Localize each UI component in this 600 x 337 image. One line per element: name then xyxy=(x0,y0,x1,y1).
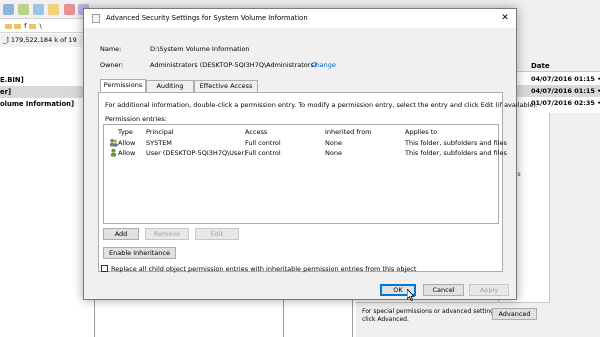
path-root: \ xyxy=(39,22,42,30)
close-icon[interactable]: ✕ xyxy=(498,12,512,25)
users-icon xyxy=(109,138,118,147)
permissions-panel: For additional information, double-click… xyxy=(98,92,538,272)
folder-icon xyxy=(5,23,12,29)
toolbar-refresh-icon[interactable] xyxy=(33,4,44,15)
row-access: Full control xyxy=(245,139,281,147)
mouse-pointer-icon xyxy=(407,289,415,301)
list-item[interactable]: olume Information] xyxy=(0,98,94,110)
permissions-description: For additional information, double-click… xyxy=(105,101,539,109)
toolbar-edit-icon[interactable] xyxy=(48,4,59,15)
column-header-access[interactable]: Access xyxy=(245,128,267,136)
edit-button[interactable]: Edit xyxy=(195,228,239,240)
dialog-title: Advanced Security Settings for System Vo… xyxy=(106,14,308,22)
tab-effective-access[interactable]: Effective Access xyxy=(194,80,258,92)
background-panel xyxy=(283,300,353,337)
advanced-security-dialog: Advanced Security Settings for System Vo… xyxy=(83,8,538,300)
background-panel xyxy=(550,113,600,337)
row-inherited: None xyxy=(325,149,342,157)
cancel-button[interactable]: Cancel xyxy=(423,284,464,296)
folder-icon xyxy=(29,23,37,29)
row-access: Full control xyxy=(245,149,281,157)
date-column-header[interactable]: Date xyxy=(513,60,600,72)
document-icon xyxy=(92,14,100,23)
background-panel xyxy=(517,0,600,60)
remove-button[interactable]: Remove xyxy=(145,228,189,240)
permission-entries-label: Permission entries: xyxy=(105,115,167,123)
toolbar-copy-icon[interactable] xyxy=(18,4,29,15)
tab-auditing[interactable]: Auditing xyxy=(146,80,194,92)
list-item[interactable]: 04/07/2016 01:15 • xyxy=(513,73,600,85)
column-header-inherited-from[interactable]: Inherited from xyxy=(325,128,372,136)
owner-change-link[interactable]: Change xyxy=(311,61,336,69)
row-applies: This folder, subfolders and files xyxy=(405,139,507,147)
row-type: Allow xyxy=(118,149,136,157)
row-inherited: None xyxy=(325,139,342,147)
list-item[interactable]: 04/07/2016 01:15 • xyxy=(513,85,600,97)
drive-icon xyxy=(14,23,21,29)
user-icon xyxy=(110,148,117,157)
replace-child-permissions-checkbox[interactable] xyxy=(101,265,108,272)
name-value: D:\System Volume Information xyxy=(150,45,250,53)
file-list-left: E.BIN] er] olume Information] xyxy=(0,48,95,337)
add-button[interactable]: Add xyxy=(103,228,139,240)
list-item[interactable]: E.BIN] xyxy=(0,74,94,86)
replace-child-permissions-label: Replace all child object permission entr… xyxy=(111,265,417,273)
owner-label: Owner: xyxy=(100,61,124,69)
toolbar-grid-icon[interactable] xyxy=(3,4,14,15)
list-item[interactable]: er] xyxy=(0,86,94,98)
tab-permissions[interactable]: Permissions xyxy=(100,79,146,92)
row-applies: This folder, subfolders and files xyxy=(405,149,507,157)
advanced-button[interactable]: Advanced xyxy=(492,308,537,320)
table-row[interactable]: Allow SYSTEM Full control None This fold… xyxy=(104,138,507,148)
toolbar-star-icon[interactable] xyxy=(64,4,75,15)
drive-path-bar[interactable]: f \ xyxy=(0,19,95,33)
row-type: Allow xyxy=(118,139,136,147)
row-principal: User (DESKTOP-5QI3H7Q\User) xyxy=(146,149,247,157)
column-header-applies-to[interactable]: Applies to xyxy=(405,128,437,136)
column-header-principal[interactable]: Principal xyxy=(146,128,174,136)
column-header-type[interactable]: Type xyxy=(118,128,133,136)
path-text: f xyxy=(24,22,27,30)
permission-entries-list[interactable]: Type Principal Access Inherited from App… xyxy=(103,124,507,224)
enable-inheritance-button[interactable]: Enable inheritance xyxy=(103,247,176,259)
free-space-bar: _] 179,522,184 k of 19 xyxy=(0,34,95,47)
owner-value: Administrators (DESKTOP-5QI3H7Q\Administ… xyxy=(150,61,317,69)
apply-button[interactable]: Apply xyxy=(469,284,509,296)
table-row[interactable]: Allow User (DESKTOP-5QI3H7Q\User) Full c… xyxy=(104,148,507,158)
row-principal: SYSTEM xyxy=(146,139,172,147)
name-label: Name: xyxy=(100,45,122,53)
dialog-titlebar[interactable]: Advanced Security Settings for System Vo… xyxy=(84,9,516,28)
screen: f \ _] 179,522,184 k of 19 E.BIN] er] ol… xyxy=(0,0,600,337)
